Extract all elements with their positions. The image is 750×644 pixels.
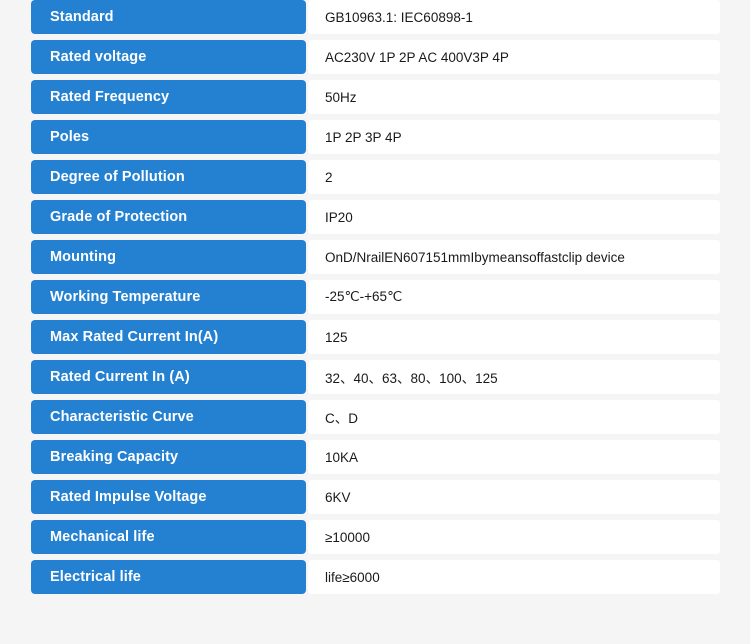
table-row: Rated Impulse Voltage 6KV [0, 480, 750, 514]
spec-value-rated-impulse-voltage: 6KV [308, 480, 720, 514]
spec-value-text: 32、40、63、80、100、125 [325, 371, 498, 386]
spec-label-breaking-capacity: Breaking Capacity [31, 440, 306, 474]
spec-value-text: C、D [325, 411, 358, 426]
spec-label-standard: Standard [31, 0, 306, 34]
spec-value-text: GB10963.1: IEC60898-1 [325, 9, 473, 25]
spec-value-text: ≥10000 [325, 529, 370, 545]
spec-value-grade-of-protection: IP20 [308, 200, 720, 234]
spec-value-breaking-capacity: 10KA [308, 440, 720, 474]
spec-value-degree-of-pollution: 2 [308, 160, 720, 194]
spec-value-max-rated-current: 125 [308, 320, 720, 354]
table-row: Electrical life life≥6000 [0, 560, 750, 594]
spec-value-poles: 1P 2P 3P 4P [308, 120, 720, 154]
spec-value-rated-voltage: AC230V 1P 2P AC 400V3P 4P [308, 40, 720, 74]
spec-value-rated-frequency: 50Hz [308, 80, 720, 114]
spec-value-text: IP20 [325, 209, 353, 225]
spec-value-text: AC230V 1P 2P AC 400V3P 4P [325, 49, 509, 65]
spec-value-standard: GB10963.1: IEC60898-1 [308, 0, 720, 34]
spec-label-poles: Poles [31, 120, 306, 154]
table-row: Characteristic Curve C、D [0, 400, 750, 434]
spec-label-rated-current: Rated Current In (A) [31, 360, 306, 394]
spec-value-mechanical-life: ≥10000 [308, 520, 720, 554]
table-row: Rated Frequency 50Hz [0, 80, 750, 114]
spec-value-text: 50Hz [325, 89, 357, 105]
table-row: Rated voltage AC230V 1P 2P AC 400V3P 4P [0, 40, 750, 74]
spec-value-mounting: OnD/NrailEN607151mmIbymeansoffastclip de… [308, 240, 720, 274]
table-row: Mounting OnD/NrailEN607151mmIbymeansoffa… [0, 240, 750, 274]
spec-label-electrical-life: Electrical life [31, 560, 306, 594]
table-row: Working Temperature -25℃-+65℃ [0, 280, 750, 314]
spec-value-text: 6KV [325, 489, 351, 505]
spec-value-text: -25℃-+65℃ [325, 289, 403, 304]
spec-label-rated-voltage: Rated voltage [31, 40, 306, 74]
table-row: Mechanical life ≥10000 [0, 520, 750, 554]
spec-value-text: life≥6000 [325, 569, 380, 585]
spec-label-rated-impulse-voltage: Rated Impulse Voltage [31, 480, 306, 514]
table-row: Poles 1P 2P 3P 4P [0, 120, 750, 154]
spec-label-mounting: Mounting [31, 240, 306, 274]
spec-value-text: 10KA [325, 449, 359, 465]
spec-label-max-rated-current: Max Rated Current In(A) [31, 320, 306, 354]
table-row: Max Rated Current In(A) 125 [0, 320, 750, 354]
spec-value-characteristic-curve: C、D [308, 400, 720, 434]
table-row: Degree of Pollution 2 [0, 160, 750, 194]
spec-value-text: 1P 2P 3P 4P [325, 129, 402, 145]
spec-value-electrical-life: life≥6000 [308, 560, 720, 594]
spec-value-rated-current: 32、40、63、80、100、125 [308, 360, 720, 394]
specification-table: Standard GB10963.1: IEC60898-1 Rated vol… [0, 0, 750, 600]
spec-value-text: 125 [325, 329, 348, 345]
spec-label-grade-of-protection: Grade of Protection [31, 200, 306, 234]
table-row: Rated Current In (A) 32、40、63、80、100、125 [0, 360, 750, 394]
spec-label-working-temperature: Working Temperature [31, 280, 306, 314]
table-row: Grade of Protection IP20 [0, 200, 750, 234]
spec-label-mechanical-life: Mechanical life [31, 520, 306, 554]
table-row: Standard GB10963.1: IEC60898-1 [0, 0, 750, 34]
spec-value-text: 2 [325, 169, 333, 185]
spec-label-characteristic-curve: Characteristic Curve [31, 400, 306, 434]
table-row: Breaking Capacity 10KA [0, 440, 750, 474]
spec-label-degree-of-pollution: Degree of Pollution [31, 160, 306, 194]
spec-value-text: OnD/NrailEN607151mmIbymeansoffastclip de… [325, 249, 625, 265]
spec-label-rated-frequency: Rated Frequency [31, 80, 306, 114]
spec-value-working-temperature: -25℃-+65℃ [308, 280, 720, 314]
